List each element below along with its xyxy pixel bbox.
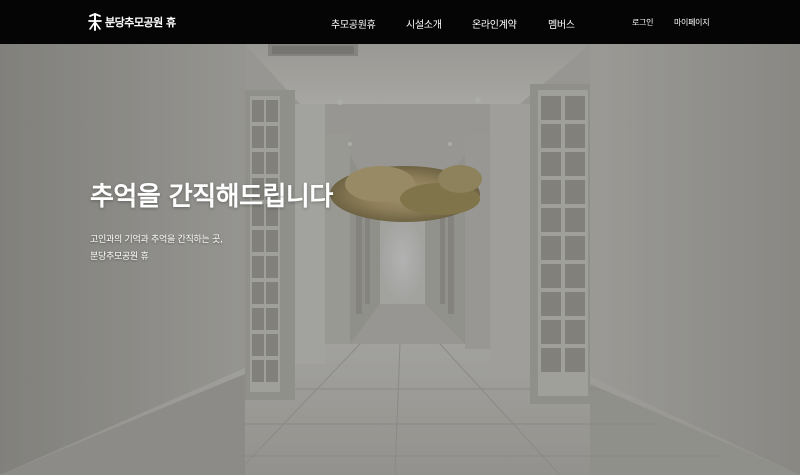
logo-symbol-icon	[88, 13, 102, 31]
nav-item-memorial-park[interactable]: 추모공원휴	[331, 16, 376, 31]
logo-text: 분당추모공원 휴	[105, 16, 176, 29]
hero-description: 고인과의 기억과 추억을 간직하는 곳, 분당추모공원 휴	[90, 232, 223, 266]
hero-desc-line: 분당추모공원 휴	[90, 252, 149, 262]
hero-desc-line: 고인과의 기억과 추억을 간직하는 곳,	[90, 235, 223, 245]
hero-title: 추억을 간직해드립니다	[90, 182, 333, 212]
site-header: 분당추모공원 휴 추모공원휴 시설소개 온라인계약 멤버스 로그인 마이페이지	[0, 0, 800, 44]
mypage-link[interactable]: 마이페이지	[674, 17, 710, 28]
login-link[interactable]: 로그인	[632, 17, 653, 28]
site-logo[interactable]: 분당추모공원 휴	[88, 11, 176, 33]
hero-banner: 추억을 간직해드립니다 고인과의 기억과 추억을 간직하는 곳, 분당추모공원 …	[0, 44, 800, 475]
nav-item-online-contract[interactable]: 온라인계약	[472, 16, 517, 31]
nav-item-members[interactable]: 멤버스	[548, 16, 575, 31]
nav-item-facilities[interactable]: 시설소개	[406, 16, 442, 31]
